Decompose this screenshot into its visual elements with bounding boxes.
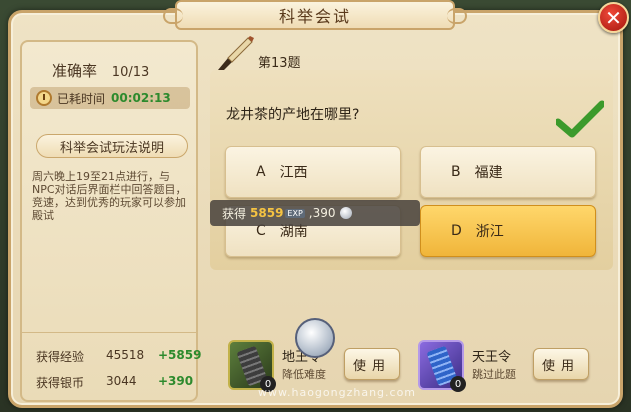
heaven-token-item[interactable]: 0	[418, 340, 466, 392]
silver-coin-icon	[295, 318, 335, 358]
game-window: 科举会试 ✕ 准确率 10/13 已耗时间 00:02:13 科举会试玩法说明 …	[0, 0, 631, 412]
close-icon: ✕	[605, 5, 622, 30]
reward-value: 45518	[106, 348, 145, 362]
option-text: 江西	[279, 165, 308, 181]
reward-label: 获得银币	[36, 376, 85, 390]
reward-gain: +5859	[158, 348, 202, 362]
reward-label: 获得经验	[36, 350, 85, 364]
rules-title: 科举会试玩法说明	[59, 140, 164, 156]
title-ornament-right	[447, 8, 467, 24]
brush-icon	[218, 36, 254, 72]
accuracy-label: 准确率	[52, 62, 98, 80]
earth-token-item[interactable]: 0	[228, 340, 276, 392]
toast-exp: 5859	[250, 206, 284, 220]
title-plaque: 科举会试	[163, 0, 467, 30]
reward-toast: 获得 5859 EXP ,390	[210, 200, 420, 226]
checkmark-icon	[556, 100, 604, 138]
title-ornament-left	[163, 8, 183, 24]
use-earth-token-button[interactable]: 使用	[344, 348, 400, 380]
silver-coin-icon	[339, 207, 352, 219]
accuracy-stat: 准确率 10/13	[52, 60, 149, 81]
use-heaven-token-button[interactable]: 使用	[533, 348, 589, 380]
clock-icon	[36, 90, 52, 106]
exp-icon: EXP	[285, 208, 305, 218]
elapsed-time: 已耗时间 00:02:13	[30, 87, 190, 109]
item-desc: 跳过此题	[472, 368, 516, 381]
option-letter: A	[256, 164, 266, 180]
option-b[interactable]: B 福建	[420, 146, 596, 198]
elapsed-value: 00:02:13	[111, 91, 171, 105]
reward-gain: +390	[158, 374, 194, 388]
toast-coins: ,390	[308, 206, 336, 220]
item-count: 0	[450, 376, 466, 392]
close-button[interactable]: ✕	[598, 2, 629, 33]
option-a[interactable]: A 江西	[225, 146, 401, 198]
divider	[22, 332, 196, 333]
accuracy-value: 10/13	[111, 65, 150, 80]
watermark: www.haogongzhang.com	[258, 386, 417, 399]
rules-text: 周六晚上19至21点进行，与NPC对话后界面栏中回答题目，竞速，达到优秀的玩家可…	[32, 170, 187, 222]
item-name: 天王令	[472, 350, 512, 365]
option-letter: D	[451, 223, 462, 239]
toast-prefix: 获得	[222, 206, 247, 221]
question-number: 第13题	[258, 56, 301, 71]
reward-value: 3044	[106, 374, 137, 388]
option-d[interactable]: D 浙江	[420, 205, 596, 257]
option-text: 福建	[474, 165, 503, 181]
item-desc: 降低难度	[282, 368, 326, 381]
info-panel: 准确率 10/13 已耗时间 00:02:13 科举会试玩法说明 周六晚上19至…	[20, 40, 202, 402]
elapsed-label: 已耗时间	[57, 91, 106, 106]
rules-header: 科举会试玩法说明	[36, 134, 188, 158]
option-letter: B	[451, 164, 461, 180]
option-text: 浙江	[475, 224, 504, 240]
question-text: 龙井茶的产地在哪里?	[226, 107, 360, 123]
dialog-title: 科举会试	[278, 7, 351, 26]
